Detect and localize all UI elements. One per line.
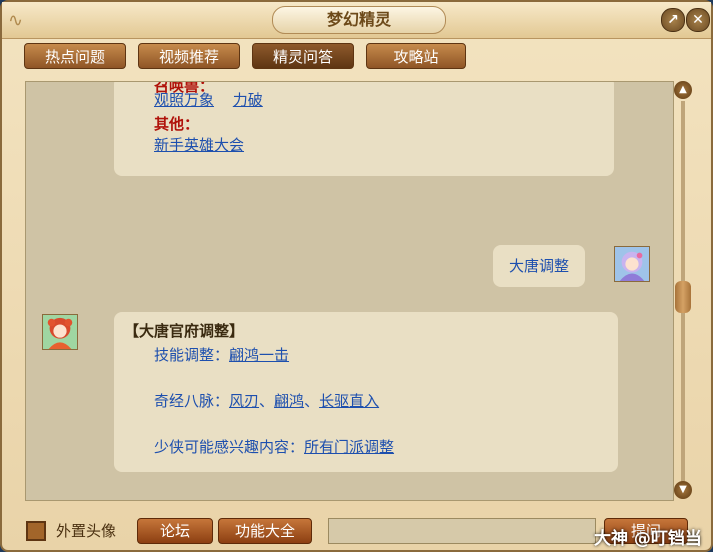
question-input[interactable] <box>328 518 596 544</box>
dream-spirit-window: ∿ 梦幻精灵 ↗ ✕ 热点问题 视频推荐 精灵问答 攻略站 召唤兽： 观照万象 … <box>0 0 713 552</box>
title-bar: ∿ 梦幻精灵 ↗ ✕ <box>2 2 711 39</box>
link-changqu-zhiru[interactable]: 长驱直入 <box>319 392 379 410</box>
close-icon[interactable]: ✕ <box>686 8 710 32</box>
skill-adjust-label: 技能调整： <box>154 346 230 364</box>
window-title: 梦幻精灵 <box>272 6 446 34</box>
user-avatar <box>614 246 650 282</box>
tab-video-recommend[interactable]: 视频推荐 <box>138 43 240 69</box>
tab-guide-site[interactable]: 攻略站 <box>366 43 466 69</box>
tab-spirit-qa[interactable]: 精灵问答 <box>252 43 354 69</box>
link-newbie-hero-event[interactable]: 新手英雄大会 <box>154 136 244 154</box>
link-pianhong-yiji[interactable]: 翩鸿一击 <box>229 346 289 364</box>
external-avatar-checkbox[interactable] <box>26 521 46 541</box>
external-avatar-label: 外置头像 <box>56 522 117 540</box>
scroll-up-icon[interactable]: ▲ <box>674 81 692 99</box>
chat-scrollbar[interactable]: ▲ ▼ <box>674 81 692 501</box>
expand-icon[interactable]: ↗ <box>661 8 685 32</box>
chat-area[interactable]: 召唤兽： 观照万象 力破 其他： 新手英雄大会 大唐调整 【大唐官府调整】 技能… <box>25 81 674 501</box>
interest-label: 少侠可能感兴趣内容： <box>154 438 305 456</box>
tab-hot-questions[interactable]: 热点问题 <box>24 43 126 69</box>
link-all-school-adjustments[interactable]: 所有门派调整 <box>304 438 394 456</box>
qijing-bamai-label: 奇经八脉： <box>154 392 230 410</box>
user-message-text: 大唐调整 <box>508 257 569 275</box>
link-pianhong[interactable]: 翩鸿 <box>274 392 304 410</box>
link-fengren[interactable]: 风刃 <box>229 392 259 410</box>
scroll-down-icon[interactable]: ▼ <box>674 481 692 499</box>
answer-bubble-previous: 召唤兽： 观照万象 力破 其他： 新手英雄大会 <box>114 82 614 176</box>
scroll-thumb[interactable] <box>675 281 691 313</box>
separator-1: 、 <box>259 392 275 410</box>
link-guanzhao-wanxiang[interactable]: 观照万象 <box>154 91 214 109</box>
user-message-bubble: 大唐调整 <box>493 245 585 287</box>
watermark-text: 大神 @叮铛当 <box>594 529 702 549</box>
swirl-ornament-icon: ∿ <box>8 10 24 31</box>
spirit-avatar <box>42 314 78 350</box>
separator-2: 、 <box>304 392 320 410</box>
link-lipo[interactable]: 力破 <box>233 91 263 109</box>
spirit-reply-bubble: 【大唐官府调整】 技能调整：翩鸿一击 奇经八脉：风刃、翩鸿、长驱直入 少侠可能感… <box>114 312 618 472</box>
features-button[interactable]: 功能大全 <box>218 518 312 544</box>
forum-button[interactable]: 论坛 <box>137 518 213 544</box>
reply-title: 【大唐官府调整】 <box>124 322 245 340</box>
